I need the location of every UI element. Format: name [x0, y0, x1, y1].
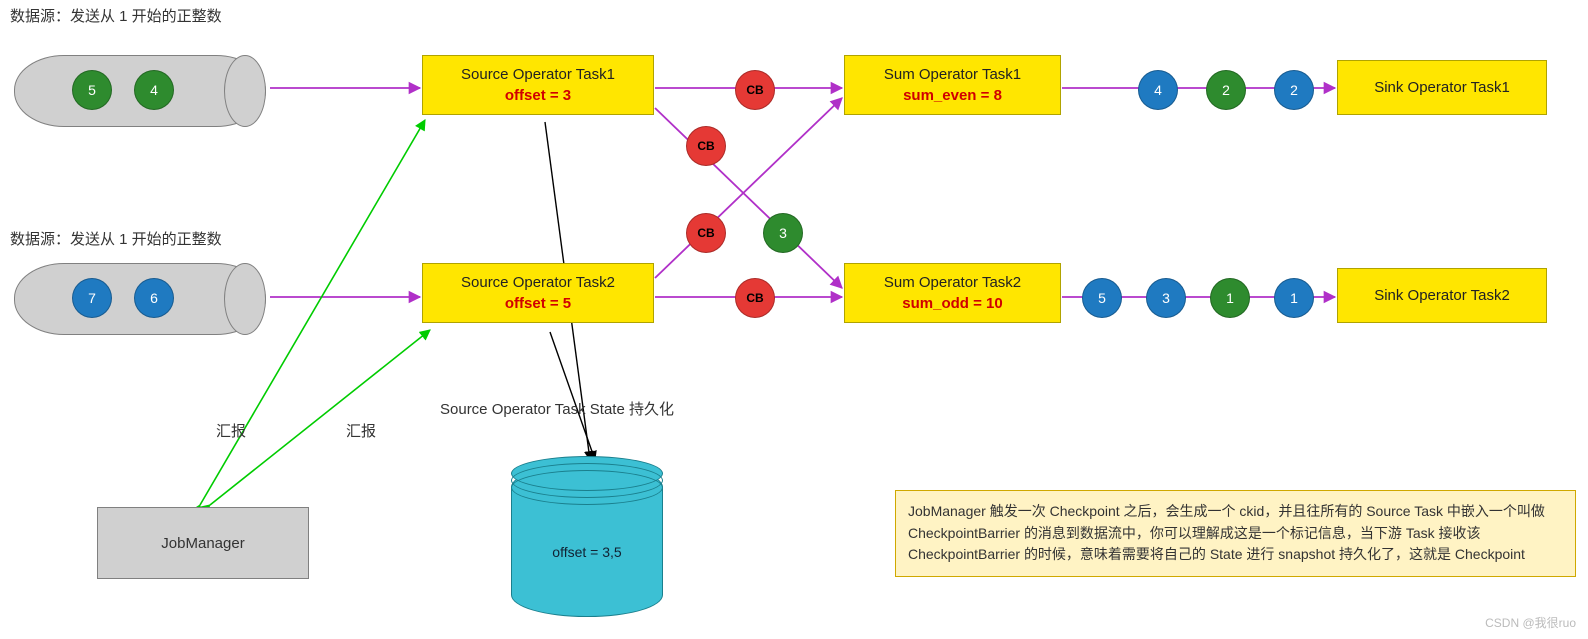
op-title: Sink Operator Task1 [1348, 79, 1536, 96]
token-blue: 3 [1146, 278, 1186, 318]
op-state: offset = 5 [435, 295, 641, 312]
op-title: Source Operator Task1 [435, 66, 641, 83]
state-store-cylinder: offset = 3,5 [511, 465, 663, 617]
op-title: Sink Operator Task2 [1348, 287, 1536, 304]
op-state: offset = 3 [435, 87, 641, 104]
jobmanager-label: JobManager [161, 535, 244, 552]
watermark: CSDN @我很ruo [1485, 614, 1576, 631]
op-title: Sum Operator Task2 [857, 274, 1048, 291]
token-green: 1 [1210, 278, 1250, 318]
op-title: Source Operator Task2 [435, 274, 641, 291]
source-operator-task2: Source Operator Task2 offset = 5 [422, 263, 654, 323]
token-blue: 7 [72, 278, 112, 318]
token-blue: 2 [1274, 70, 1314, 110]
token-green: 2 [1206, 70, 1246, 110]
jobmanager-box: JobManager [97, 507, 309, 579]
token-green: 4 [134, 70, 174, 110]
checkpoint-barrier-token: CB [686, 213, 726, 253]
diagram-canvas: 数据源：发送从 1 开始的正整数 数据源：发送从 1 开始的正整数 5 4 7 … [0, 0, 1588, 639]
explanation-note: JobManager 触发一次 Checkpoint 之后，会生成一个 ckid… [895, 490, 1576, 577]
checkpoint-barrier-token: CB [735, 70, 775, 110]
sum-operator-task2: Sum Operator Task2 sum_odd = 10 [844, 263, 1061, 323]
token-green: 3 [763, 213, 803, 253]
token-blue: 6 [134, 278, 174, 318]
checkpoint-barrier-token: CB [686, 126, 726, 166]
op-state: sum_odd = 10 [857, 295, 1048, 312]
state-store-caption: Source Operator Task State 持久化 [440, 398, 674, 419]
datasource-caption-top: 数据源：发送从 1 开始的正整数 [10, 5, 222, 26]
report-label: 汇报 [216, 420, 246, 441]
sum-operator-task1: Sum Operator Task1 sum_even = 8 [844, 55, 1061, 115]
state-store-value: offset = 3,5 [512, 544, 662, 560]
checkpoint-barrier-token: CB [735, 278, 775, 318]
op-title: Sum Operator Task1 [857, 66, 1048, 83]
note-text: JobManager 触发一次 Checkpoint 之后，会生成一个 ckid… [908, 503, 1545, 562]
token-green: 5 [72, 70, 112, 110]
op-state: sum_even = 8 [857, 87, 1048, 104]
report-label: 汇报 [346, 420, 376, 441]
source-operator-task1: Source Operator Task1 offset = 3 [422, 55, 654, 115]
token-blue: 5 [1082, 278, 1122, 318]
token-blue: 4 [1138, 70, 1178, 110]
sink-operator-task2: Sink Operator Task2 [1337, 268, 1547, 323]
datasource-caption-bottom: 数据源：发送从 1 开始的正整数 [10, 228, 222, 249]
sink-operator-task1: Sink Operator Task1 [1337, 60, 1547, 115]
token-blue: 1 [1274, 278, 1314, 318]
